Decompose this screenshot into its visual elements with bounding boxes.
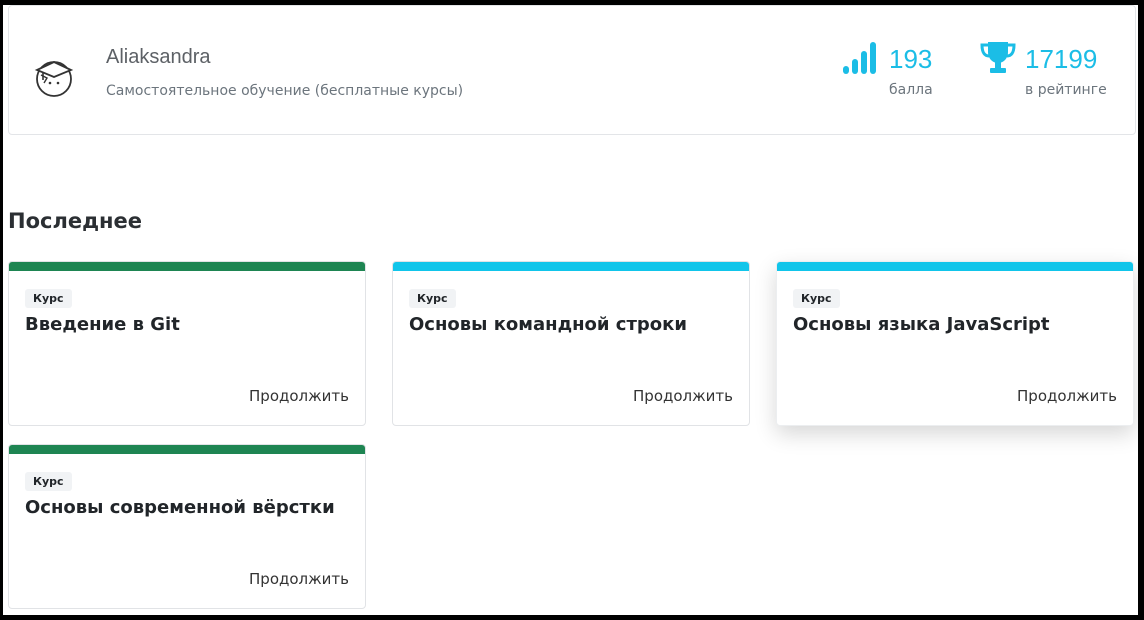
- points-value: 193: [889, 43, 933, 74]
- course-title[interactable]: Основы языка JavaScript: [793, 314, 1050, 335]
- card-color-bar: [777, 262, 1133, 271]
- continue-link[interactable]: Продолжить: [1017, 387, 1117, 405]
- course-badge: Курс: [793, 289, 840, 308]
- rating-stat: 17199 в рейтинге: [979, 40, 1107, 98]
- section-title: Последнее: [8, 209, 143, 233]
- page: Aliaksandra Самостоятельное обучение (бе…: [3, 5, 1138, 615]
- continue-link[interactable]: Продолжить: [249, 570, 349, 588]
- course-badge: Курс: [25, 289, 72, 308]
- continue-link[interactable]: Продолжить: [249, 387, 349, 405]
- card-color-bar: [9, 262, 365, 271]
- points-stat: 193 балла: [843, 40, 933, 98]
- course-badge: Курс: [409, 289, 456, 308]
- course-card[interactable]: Курс Основы языка JavaScript Продолжить: [776, 261, 1134, 426]
- profile-card: Aliaksandra Самостоятельное обучение (бе…: [8, 5, 1136, 135]
- points-caption: балла: [889, 82, 933, 98]
- rating-value: 17199: [1025, 43, 1098, 74]
- student-cap-avatar-icon[interactable]: [31, 53, 77, 99]
- signal-bars-icon: [843, 40, 881, 78]
- rating-caption: в рейтинге: [1025, 82, 1107, 98]
- card-color-bar: [9, 445, 365, 454]
- course-title[interactable]: Основы современной вёрстки: [25, 497, 335, 518]
- course-card[interactable]: Курс Основы современной вёрстки Продолжи…: [8, 444, 366, 609]
- course-badge: Курс: [25, 472, 72, 491]
- continue-link[interactable]: Продолжить: [633, 387, 733, 405]
- card-color-bar: [393, 262, 749, 271]
- user-name: Aliaksandra: [106, 46, 211, 68]
- course-card[interactable]: Курс Введение в Git Продолжить: [8, 261, 366, 426]
- course-card[interactable]: Курс Основы командной строки Продолжить: [392, 261, 750, 426]
- course-title[interactable]: Введение в Git: [25, 314, 180, 335]
- trophy-icon: [979, 40, 1017, 78]
- user-plan: Самостоятельное обучение (бесплатные кур…: [106, 83, 464, 99]
- course-title[interactable]: Основы командной строки: [409, 314, 687, 335]
